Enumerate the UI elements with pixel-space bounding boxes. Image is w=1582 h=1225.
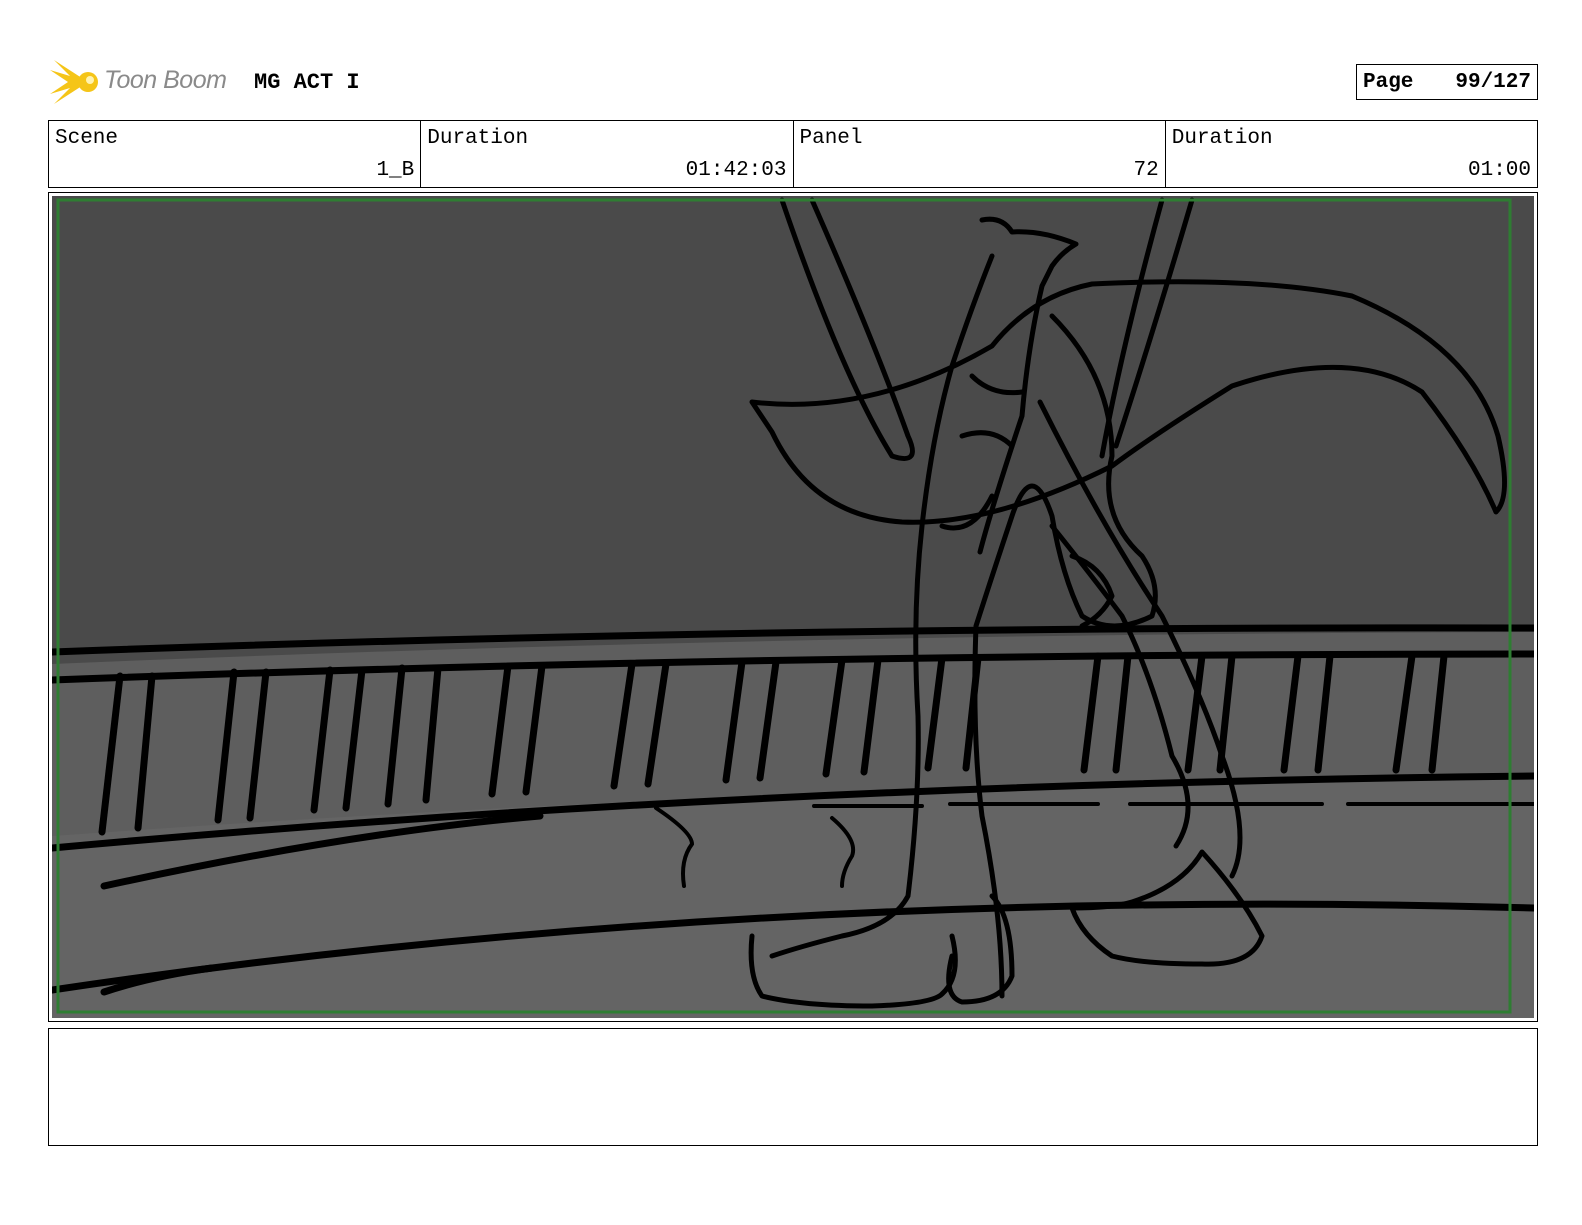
scene-cell: Scene 1_B	[49, 121, 422, 187]
scene-duration-cell: Duration 01:42:03	[421, 121, 794, 187]
panel-info-table: Scene 1_B Duration 01:42:03 Panel 72 Dur…	[48, 120, 1538, 188]
page-indicator: Page 99/127	[1356, 64, 1538, 100]
scene-duration-value: 01:42:03	[685, 159, 787, 182]
panel-duration-value: 01:00	[1467, 159, 1531, 182]
panel-notes-box	[48, 1028, 1538, 1146]
panel-sketch-image	[52, 196, 1534, 1018]
page-label: Page	[1363, 70, 1414, 94]
scene-duration-label: Duration	[427, 127, 529, 150]
scene-label: Scene	[55, 127, 119, 150]
panel-value: 72	[1133, 159, 1159, 182]
panel-duration-label: Duration	[1171, 127, 1273, 150]
panel-cell: Panel 72	[794, 121, 1166, 187]
page-number: 99/127	[1455, 70, 1531, 94]
scene-value: 1_B	[376, 159, 415, 182]
storyboard-panel	[48, 192, 1538, 1022]
panel-label: Panel	[799, 127, 863, 150]
toon-boom-logo: Toon Boom	[48, 56, 248, 108]
project-title: MG ACT I	[254, 70, 360, 95]
panel-duration-cell: Duration 01:00	[1166, 121, 1537, 187]
storyboard-header: Toon Boom MG ACT I Page 99/127	[48, 56, 1538, 108]
logo-text: Toon Boom	[104, 66, 227, 94]
starburst-icon	[50, 60, 98, 104]
